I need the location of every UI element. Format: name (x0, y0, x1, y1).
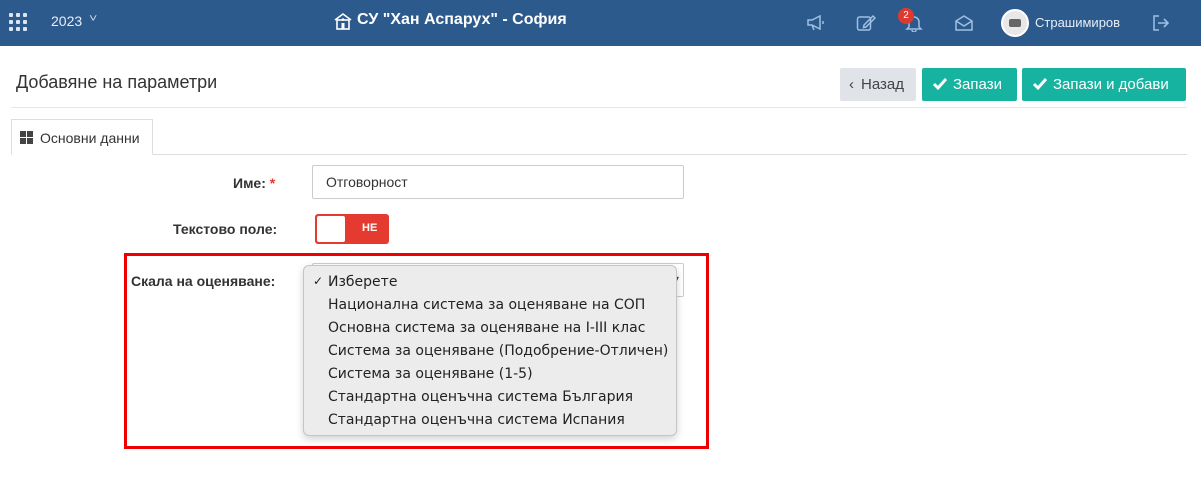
dropdown-option[interactable]: Стандартна оценъчна система Испания (304, 409, 676, 432)
name-label: Име: * (233, 175, 276, 191)
school-icon (334, 13, 352, 30)
header-divider (11, 107, 1187, 108)
chevron-left-icon: ‹ (849, 76, 854, 93)
apps-grid-icon[interactable] (9, 13, 27, 31)
page-title: Добавяне на параметри (16, 72, 218, 92)
logout-icon[interactable] (1151, 14, 1171, 32)
dropdown-option[interactable]: Стандартна оценъчна система България (304, 386, 676, 409)
envelope-open-icon[interactable] (954, 14, 974, 32)
dropdown-option[interactable]: Система за оценяване (Подобрение-Отличен… (304, 340, 676, 363)
text-field-label: Текстово поле: (173, 221, 278, 237)
chevron-down-icon[interactable]: ˅ (89, 13, 97, 25)
avatar[interactable] (1001, 9, 1029, 37)
back-button[interactable]: ‹ Назад (840, 68, 916, 101)
school-name: СУ "Хан Аспарух" - София (357, 11, 567, 28)
scale-dropdown-menu: ✓ Изберете Национална система за оценява… (303, 265, 677, 436)
username[interactable]: Страшимиров (1035, 15, 1120, 30)
dropdown-option[interactable]: Система за оценяване (1-5) (304, 363, 676, 386)
dropdown-option[interactable]: Основна система за оценяване на I-III кл… (304, 317, 676, 340)
name-input[interactable]: Отговорност (312, 165, 684, 199)
megaphone-icon[interactable] (806, 14, 826, 32)
check-icon: ✓ (313, 274, 324, 288)
notification-badge: 2 (898, 8, 914, 24)
save-button[interactable]: Запази (922, 68, 1017, 101)
save-and-add-button[interactable]: Запази и добави (1022, 68, 1186, 101)
dropdown-option-selected[interactable]: ✓ Изберете (304, 271, 676, 294)
edit-icon[interactable] (856, 14, 876, 32)
toggle-state: НЕ (362, 222, 378, 234)
top-navbar: 2023 ˅ СУ "Хан Аспарух" - София 2 Страши… (0, 0, 1201, 46)
tab-basic-data[interactable]: Основни данни (11, 119, 153, 155)
toggle-knob (317, 216, 345, 242)
required-marker: * (269, 175, 276, 191)
dropdown-option[interactable]: Национална система за оценяване на СОП (304, 294, 676, 317)
tab-bar-line (152, 154, 1187, 155)
grid-icon (20, 131, 33, 144)
year-selector[interactable]: 2023 (51, 13, 82, 29)
text-field-toggle[interactable]: НЕ (315, 214, 389, 244)
